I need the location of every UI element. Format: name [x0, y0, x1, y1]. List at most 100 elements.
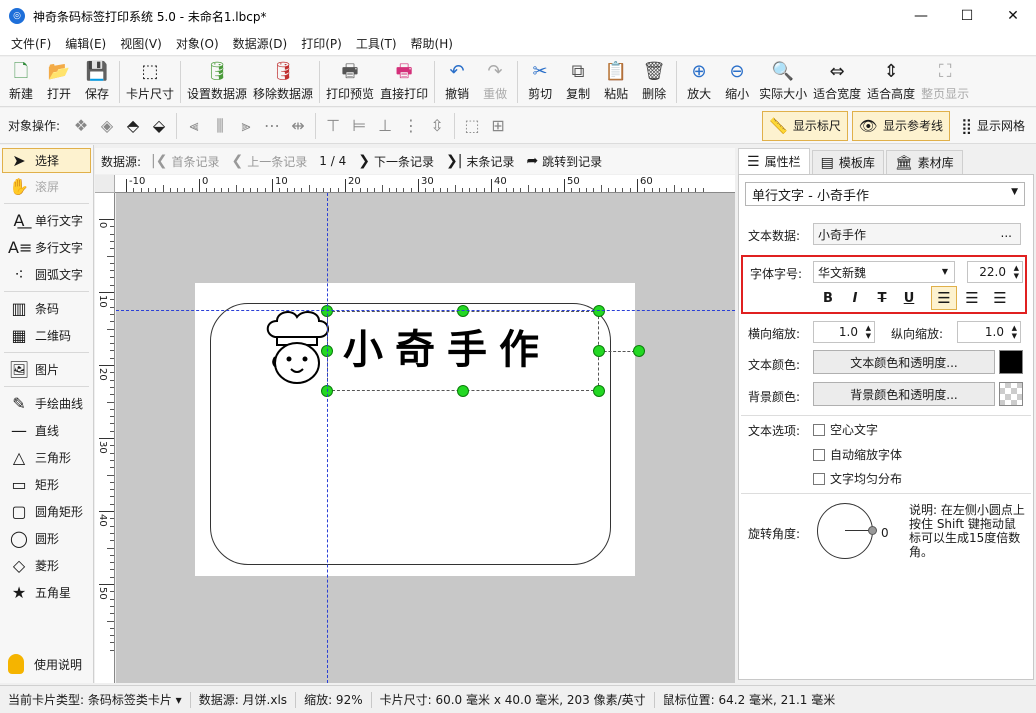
- next-record-button[interactable]: ❯ 下一条记录: [358, 153, 434, 170]
- tool-image[interactable]: 🖼 图片: [0, 356, 93, 383]
- bring-forward-icon[interactable]: ❖: [68, 113, 94, 139]
- bg-color-swatch[interactable]: [999, 382, 1023, 406]
- text-color-button[interactable]: 文本颜色和透明度...: [813, 350, 995, 374]
- strikethrough-button[interactable]: T: [871, 287, 893, 309]
- align-center-button[interactable]: ☰: [959, 286, 985, 310]
- spin-arrows-icon[interactable]: ▲ ▼: [1014, 264, 1019, 280]
- menu-help[interactable]: 帮助(H): [404, 32, 460, 56]
- send-backward-icon[interactable]: ◈: [94, 113, 120, 139]
- align-center-icon[interactable]: ⫼: [207, 113, 233, 139]
- tool-arc-text[interactable]: ⁖ 圆弧文字: [0, 261, 93, 288]
- jump-record-button[interactable]: ➦ 跳转到记录: [526, 153, 602, 170]
- maximize-button[interactable]: ☐: [944, 0, 990, 32]
- minimize-button[interactable]: —: [898, 0, 944, 32]
- align-bottom-icon[interactable]: ⊥: [372, 113, 398, 139]
- tool-circle[interactable]: ◯ 圆形: [0, 525, 93, 552]
- distribute-checkbox[interactable]: 文字均匀分布: [813, 470, 902, 487]
- hollow-text-checkbox[interactable]: 空心文字: [813, 421, 878, 438]
- tool-qrcode[interactable]: ▦ 二维码: [0, 322, 93, 349]
- open-file-button[interactable]: 📂 打开: [40, 57, 78, 102]
- actual-size-button[interactable]: 🔍 实际大小: [756, 57, 810, 102]
- rotation-dial[interactable]: [817, 503, 877, 559]
- bring-to-front-icon[interactable]: ⬘: [120, 113, 146, 139]
- menu-edit[interactable]: 编辑(E): [58, 32, 113, 56]
- tool-rect[interactable]: ▭ 矩形: [0, 471, 93, 498]
- send-to-back-icon[interactable]: ⬙: [146, 113, 172, 139]
- save-button[interactable]: 💾 保存: [78, 57, 116, 102]
- vertical-guide-line[interactable]: [327, 193, 328, 683]
- same-width-icon[interactable]: ⇹: [285, 113, 311, 139]
- cut-button[interactable]: ✂ 剪切: [521, 57, 559, 102]
- bg-color-button[interactable]: 背景颜色和透明度...: [813, 382, 995, 406]
- more-button[interactable]: ...: [1001, 226, 1012, 240]
- resize-handle-bottom-right[interactable]: [593, 385, 605, 397]
- show-guides-toggle[interactable]: 👁 显示参考线: [851, 110, 950, 141]
- fit-height-button[interactable]: ⇕ 适合高度: [864, 57, 918, 102]
- vscale-stepper[interactable]: 1.0 ▲ ▼: [957, 321, 1021, 343]
- tab-materials[interactable]: 🏛 素材库: [885, 150, 963, 174]
- copy-button[interactable]: ⧉ 复制: [559, 57, 597, 102]
- distribute-horizontal-icon[interactable]: ⋯: [259, 113, 285, 139]
- tool-select[interactable]: ➤ 选择: [2, 148, 91, 173]
- fit-width-button[interactable]: ⇔ 适合宽度: [810, 57, 864, 102]
- undo-button[interactable]: ↶ 撤销: [438, 57, 476, 102]
- prev-record-button[interactable]: ❮ 上一条记录: [232, 153, 308, 170]
- spin-arrows-icon[interactable]: ▲ ▼: [1012, 324, 1017, 340]
- resize-handle-bottom[interactable]: [457, 385, 469, 397]
- resize-handle-top[interactable]: [457, 305, 469, 317]
- card-size-button[interactable]: ⬚ 卡片尺寸: [123, 57, 177, 102]
- object-selector[interactable]: 单行文字 - 小奇手作 ▼: [745, 182, 1025, 206]
- show-grid-toggle[interactable]: ⣿ 显示网格: [954, 111, 1032, 141]
- status-card-type[interactable]: 当前卡片类型: 条码标签类卡片 ▾: [0, 691, 191, 708]
- distribute-vertical-icon[interactable]: ⋮: [398, 113, 424, 139]
- font-family-select[interactable]: 华文新魏 ▼: [813, 261, 955, 283]
- new-file-button[interactable]: 🗋 新建: [2, 57, 40, 102]
- tool-barcode[interactable]: ▥ 条码: [0, 295, 93, 322]
- last-record-button[interactable]: ❯| 末条记录: [446, 153, 514, 170]
- close-button[interactable]: ✕: [990, 0, 1036, 32]
- tool-triangle[interactable]: △ 三角形: [0, 444, 93, 471]
- align-middle-icon[interactable]: ⊨: [346, 113, 372, 139]
- delete-button[interactable]: 🗑 删除: [635, 57, 673, 102]
- redo-button[interactable]: ↷ 重做: [476, 57, 514, 102]
- menu-object[interactable]: 对象(O): [169, 32, 226, 56]
- hscale-stepper[interactable]: 1.0 ▲ ▼: [813, 321, 875, 343]
- ungroup-icon[interactable]: ⊞: [485, 113, 511, 139]
- rotation-handle[interactable]: [633, 345, 645, 357]
- zoom-out-button[interactable]: ⊖ 缩小: [718, 57, 756, 102]
- tab-templates[interactable]: ▤ 模板库: [811, 150, 884, 174]
- menu-datasource[interactable]: 数据源(D): [226, 32, 295, 56]
- tool-line[interactable]: — 直线: [0, 417, 93, 444]
- align-right-icon[interactable]: ⫸: [233, 113, 259, 139]
- tool-freehand[interactable]: ✎ 手绘曲线: [0, 390, 93, 417]
- same-height-icon[interactable]: ⇳: [424, 113, 450, 139]
- paste-button[interactable]: 📋 粘贴: [597, 57, 635, 102]
- align-left-icon[interactable]: ⫷: [181, 113, 207, 139]
- print-button[interactable]: 🖶 直接打印: [377, 57, 431, 102]
- tool-scroll[interactable]: ✋ 滚屏: [0, 173, 93, 200]
- font-size-stepper[interactable]: 22.0 ▲ ▼: [967, 261, 1023, 283]
- underline-button[interactable]: U: [898, 287, 920, 309]
- horizontal-ruler[interactable]: -10 0 10 20 30 40 50 60: [115, 175, 735, 193]
- tool-single-text[interactable]: A͟ 单行文字: [0, 207, 93, 234]
- full-page-button[interactable]: ⛶ 整页显示: [918, 57, 972, 102]
- tool-star[interactable]: ★ 五角星: [0, 579, 93, 606]
- vertical-ruler[interactable]: 0 10 20 30 40 50: [95, 193, 115, 683]
- tab-properties[interactable]: ☰ 属性栏: [738, 148, 810, 174]
- zoom-in-button[interactable]: ⊕ 放大: [680, 57, 718, 102]
- autoscale-checkbox[interactable]: 自动缩放字体: [813, 446, 902, 463]
- help-button[interactable]: 使用说明: [0, 649, 94, 679]
- show-ruler-toggle[interactable]: 📏 显示标尺: [762, 110, 848, 141]
- label-card[interactable]: 小奇手作: [195, 283, 645, 576]
- menu-file[interactable]: 文件(F): [4, 32, 58, 56]
- italic-button[interactable]: I: [844, 287, 866, 309]
- menu-view[interactable]: 视图(V): [113, 32, 169, 56]
- spin-arrows-icon[interactable]: ▲ ▼: [866, 324, 871, 340]
- tool-multi-text[interactable]: A≡ 多行文字: [0, 234, 93, 261]
- bold-button[interactable]: B: [817, 287, 839, 309]
- design-canvas[interactable]: 小奇手作: [116, 193, 735, 683]
- menu-tools[interactable]: 工具(T): [349, 32, 404, 56]
- tool-diamond[interactable]: ◇ 菱形: [0, 552, 93, 579]
- text-data-field[interactable]: 小奇手作 ...: [813, 223, 1021, 245]
- set-datasource-button[interactable]: 🛢 设置数据源: [184, 57, 250, 102]
